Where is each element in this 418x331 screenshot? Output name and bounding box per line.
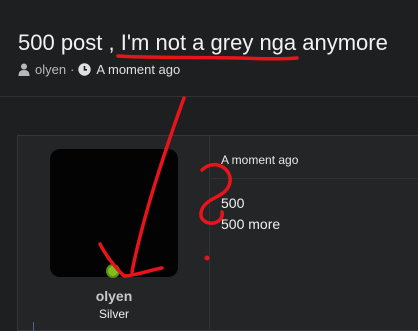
- post-header-divider: [211, 178, 418, 179]
- scroll-marker: [33, 322, 34, 331]
- post: olyen Silver A moment ago 500 500 more: [17, 135, 418, 331]
- post-body: 500 500 more: [221, 193, 280, 235]
- post-body-line: 500 more: [221, 216, 281, 232]
- meta-separator: ·: [70, 62, 75, 77]
- avatar[interactable]: [50, 149, 178, 277]
- user-rank: Silver: [98, 307, 129, 321]
- header-divider: [0, 96, 418, 97]
- post-date-link[interactable]: A moment ago: [221, 153, 298, 167]
- thread-title: 500 post , I'm not a grey nga anymore: [18, 30, 388, 55]
- underline-annotation: [116, 54, 299, 61]
- post-author-link[interactable]: olyen: [18, 288, 210, 304]
- clock-icon: [78, 63, 92, 76]
- post-body-line: 500: [221, 195, 245, 211]
- thread-author-link[interactable]: olyen: [35, 62, 66, 77]
- user-icon: [18, 63, 30, 76]
- online-status-indicator: [106, 264, 120, 278]
- thread-meta: olyen · A moment ago: [18, 62, 180, 77]
- post-user-column: olyen Silver: [18, 136, 210, 331]
- thread-time-link[interactable]: A moment ago: [96, 62, 180, 77]
